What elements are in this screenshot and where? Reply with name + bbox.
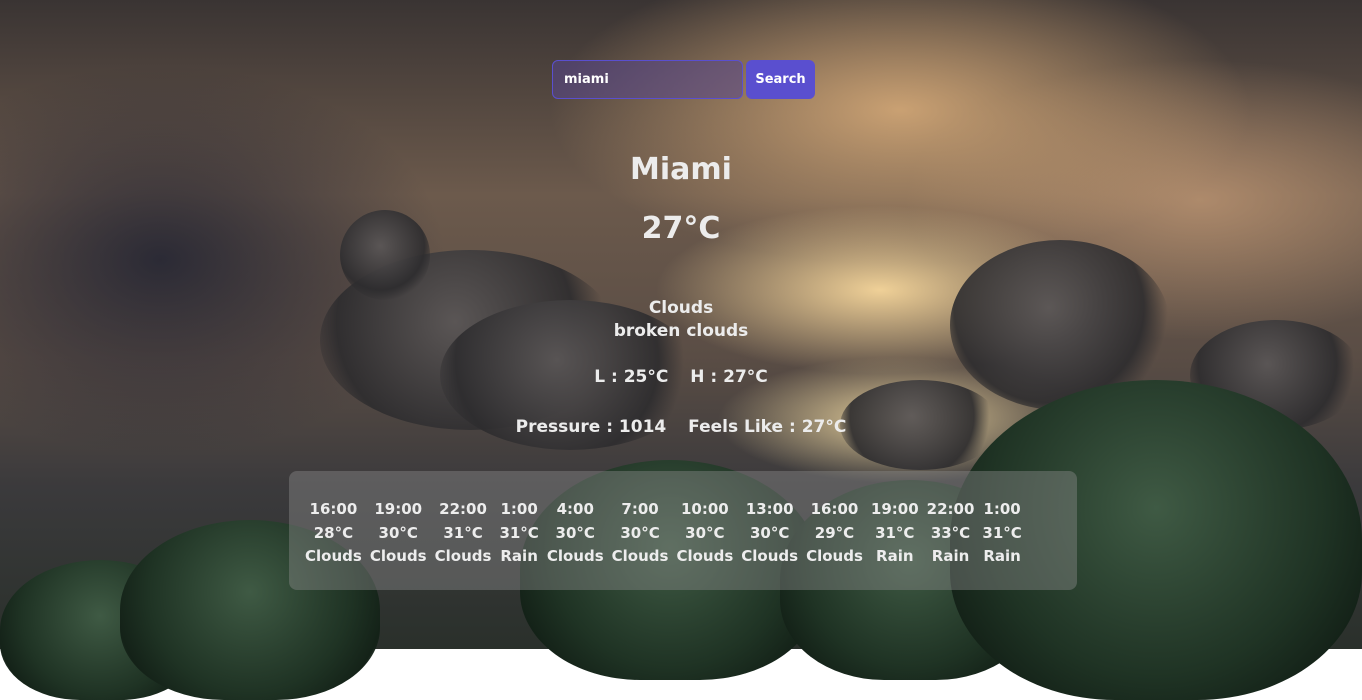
search-input[interactable]	[552, 60, 743, 99]
forecast-time: 22:00	[926, 500, 975, 518]
forecast-time: 4:00	[556, 500, 594, 518]
forecast-item: 16:00 28°C Clouds	[301, 498, 366, 590]
forecast-item: 1:00 31°C Rain	[495, 498, 542, 590]
forecast-temp: 30°C	[620, 523, 660, 542]
forecast-item: 19:00 30°C Clouds	[366, 498, 431, 590]
forecast-condition: Clouds	[546, 547, 604, 565]
forecast-temp: 31°C	[875, 523, 915, 542]
forecast-temp: 33°C	[930, 523, 971, 542]
low-high-row: L : 25°C H : 27°C	[0, 367, 1362, 387]
forecast-condition: Clouds	[611, 547, 669, 565]
feels-like-value: Feels Like : 27°C	[688, 417, 847, 437]
forecast-time: 1:00	[500, 500, 538, 518]
forecast-time: 7:00	[621, 500, 659, 518]
high-temperature: H : 27°C	[690, 367, 768, 387]
forecast-temp: 29°C	[814, 523, 855, 542]
forecast-temp: 31°C	[982, 523, 1022, 542]
forecast-panel: 16:00 28°C Clouds 19:00 30°C Clouds 22:0…	[289, 471, 1077, 590]
forecast-time: 16:00	[810, 500, 859, 518]
forecast-condition: Clouds	[741, 547, 799, 565]
forecast-item: 22:00 31°C Clouds	[431, 498, 496, 590]
forecast-time: 1:00	[983, 500, 1021, 518]
forecast-temp: 30°C	[555, 523, 595, 542]
forecast-item: 16:00 29°C Clouds	[802, 498, 867, 590]
low-temperature: L : 25°C	[594, 367, 669, 387]
forecast-item: 13:00 30°C Clouds	[737, 498, 802, 590]
forecast-condition: Rain	[876, 547, 914, 565]
forecast-condition: Rain	[500, 547, 538, 565]
forecast-temp: 28°C	[313, 523, 354, 542]
forecast-time: 19:00	[870, 500, 919, 518]
forecast-item: 10:00 30°C Clouds	[672, 498, 737, 590]
forecast-item: 4:00 30°C Clouds	[543, 498, 608, 590]
forecast-item: 22:00 33°C Rain	[923, 498, 979, 590]
forecast-temp: 30°C	[685, 523, 725, 542]
forecast-condition: Clouds	[676, 547, 734, 565]
weather-description: broken clouds	[613, 321, 749, 341]
forecast-condition: Clouds	[305, 547, 362, 565]
forecast-item: 1:00 31°C Rain	[978, 498, 1025, 590]
forecast-time: 13:00	[745, 500, 794, 518]
weather-condition: Clouds	[648, 298, 714, 318]
forecast-time: 16:00	[309, 500, 358, 518]
forecast-temp: 30°C	[749, 523, 790, 542]
current-temperature: 27°C	[641, 211, 721, 246]
forecast-condition: Clouds	[806, 547, 863, 565]
forecast-condition: Rain	[931, 547, 970, 565]
forecast-temp: 31°C	[499, 523, 539, 542]
forecast-time: 10:00	[680, 500, 729, 518]
forecast-item: 19:00 31°C Rain	[867, 498, 923, 590]
forecast-time: 19:00	[374, 500, 423, 518]
forecast-condition: Clouds	[369, 547, 427, 565]
forecast-temp: 31°C	[443, 523, 483, 542]
forecast-time: 22:00	[439, 500, 487, 518]
forecast-temp: 30°C	[378, 523, 418, 542]
city-name: Miami	[630, 152, 732, 187]
forecast-condition: Rain	[983, 547, 1021, 565]
pressure-value: Pressure : 1014	[515, 417, 667, 437]
pressure-feels-row: Pressure : 1014 Feels Like : 27°C	[0, 417, 1362, 437]
forecast-condition: Clouds	[434, 547, 492, 565]
search-button[interactable]: Search	[746, 60, 815, 99]
forecast-item: 7:00 30°C Clouds	[608, 498, 673, 590]
search-bar: Search	[552, 60, 815, 99]
